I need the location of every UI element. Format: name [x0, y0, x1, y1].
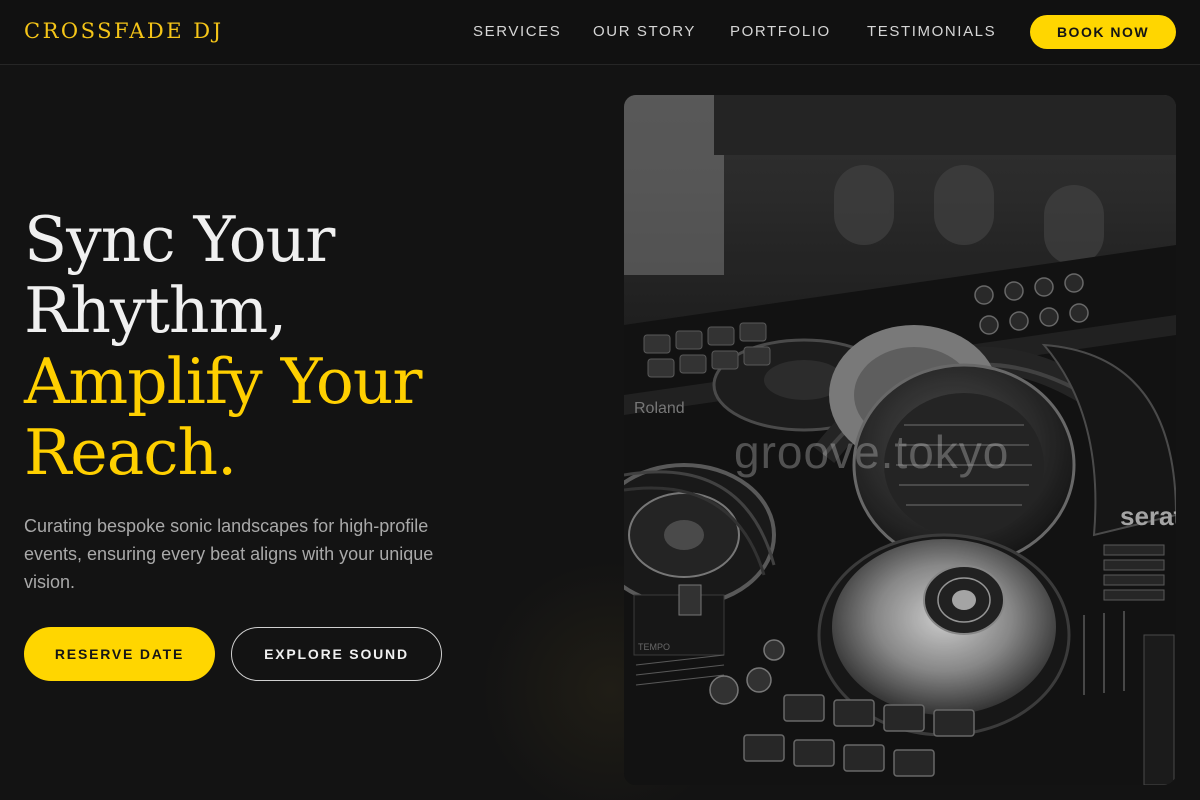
hero-description: Curating bespoke sonic landscapes for hi…: [24, 516, 434, 592]
hero-image: Roland TEMPO sera groove.tokyo: [624, 95, 1176, 785]
reserve-date-button[interactable]: RESERVE DATE: [24, 627, 215, 681]
site-header: CROSSFADE DJ SERVICES OUR STORY PORTFOLI…: [0, 0, 1200, 65]
hero-title-line-2: Rhythm,: [24, 274, 287, 347]
hero-title-line-1: Sync Your: [24, 203, 335, 276]
nav-link-services[interactable]: SERVICES: [473, 23, 561, 40]
explore-sound-button[interactable]: EXPLORE SOUND: [231, 627, 442, 681]
page: CROSSFADE DJ SERVICES OUR STORY PORTFOLI…: [0, 0, 1200, 800]
brand-logo[interactable]: CROSSFADE DJ: [24, 19, 224, 43]
nav-link-testimonials[interactable]: TESTIMONIALS: [867, 23, 996, 40]
watermark-text: groove.tokyo: [734, 426, 1010, 478]
nav-link-portfolio[interactable]: PORTFOLIO: [730, 23, 831, 40]
book-now-button[interactable]: BOOK NOW: [1030, 15, 1176, 49]
hero-title: Sync Your Rhythm, Amplify Your Reach.: [24, 204, 584, 488]
hero-title-line-4: Reach.: [24, 416, 237, 489]
hero-title-line-3: Amplify Your: [24, 345, 423, 418]
nav-link-our-story[interactable]: OUR STORY: [593, 23, 696, 40]
